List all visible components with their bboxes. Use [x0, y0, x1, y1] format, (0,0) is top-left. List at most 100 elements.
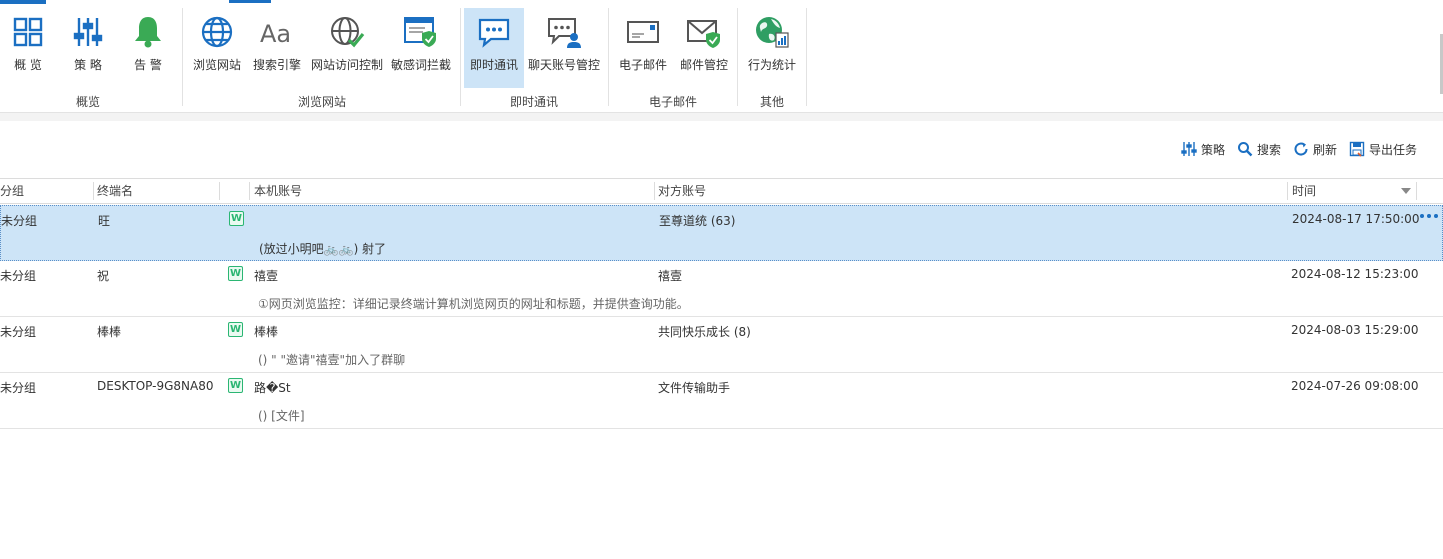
ribbon-behavior-stats-label: 行为统计	[747, 58, 796, 72]
column-header-terminal[interactable]: 终端名	[97, 179, 133, 203]
cell-local-account: 禧壹	[254, 269, 279, 283]
column-divider[interactable]	[1287, 182, 1288, 200]
ribbon-chat-account-button[interactable]: 聊天账号管控	[526, 8, 602, 88]
ribbon-sensitive-word-label: 敏感词拦截	[390, 58, 451, 72]
ribbon-bottom-band	[0, 113, 1443, 121]
column-header-group[interactable]: 分组	[0, 179, 24, 203]
cell-message: () " "邀请"禧壹"加入了群聊	[258, 353, 406, 367]
ribbon-site-access-button[interactable]: 网站访问控制	[310, 8, 384, 88]
cell-time: 2024-08-03 15:29:00	[1291, 323, 1419, 337]
refresh-button[interactable]: 刷新	[1293, 141, 1337, 158]
cell-time: 2024-08-12 15:23:00	[1291, 267, 1419, 281]
cell-time: 2024-08-17 17:50:00	[1292, 212, 1420, 226]
cell-local-account: 路�St	[254, 381, 291, 395]
ribbon-policy-label: 策 略	[74, 58, 102, 72]
cell-local-account: 棒棒	[254, 325, 279, 339]
cell-time: 2024-07-26 09:08:00	[1291, 379, 1419, 393]
group-label-overview: 概览	[75, 95, 100, 109]
ribbon-browse-button[interactable]: 浏览网站	[190, 8, 244, 88]
group-label-other: 其他	[759, 95, 784, 109]
policy-button[interactable]: 策略	[1181, 141, 1225, 158]
ribbon-search-engine-button[interactable]: Aa 搜索引擎	[250, 8, 304, 88]
cell-peer-account: 文件传输助手	[658, 381, 731, 395]
ribbon-policy-button[interactable]: 策 略	[64, 8, 112, 88]
group-label-email: 电子邮件	[648, 95, 697, 109]
grid-dashboard-icon	[8, 12, 48, 52]
sliders-icon	[1181, 141, 1197, 157]
search-button[interactable]: 搜索	[1237, 141, 1281, 158]
cell-peer-account: 共同快乐成长 (8)	[658, 325, 751, 339]
chat-user-icon	[544, 12, 584, 52]
wechat-work-icon: W	[229, 211, 244, 226]
refresh-label: 刷新	[1312, 142, 1337, 157]
sort-desc-icon[interactable]	[1401, 188, 1411, 194]
tab-indicator	[0, 0, 46, 4]
font-aa-icon: Aa	[257, 12, 297, 52]
chat-bubble-icon	[474, 12, 514, 52]
ribbon-alert-button[interactable]: 告 警	[124, 8, 172, 88]
ribbon-email-label: 电子邮件	[618, 58, 667, 72]
group-label-browse: 浏览网站	[297, 95, 346, 109]
group-separator	[182, 8, 183, 106]
column-divider[interactable]	[1416, 182, 1417, 200]
column-divider[interactable]	[93, 182, 94, 200]
cell-terminal: DESKTOP-9G8NA80	[97, 379, 214, 393]
ribbon-sensitive-word-button[interactable]: 敏感词拦截	[389, 8, 453, 88]
table-row[interactable]: 未分组 棒棒 W 棒棒 共同快乐成长 (8) 2024-08-03 15:29:…	[0, 317, 1443, 373]
column-header-time[interactable]: 时间	[1292, 179, 1316, 203]
ribbon-browse-label: 浏览网站	[192, 58, 241, 72]
ribbon-email-control-label: 邮件管控	[679, 58, 728, 72]
column-divider[interactable]	[249, 182, 250, 200]
ribbon: 概 览 策 略 告 警 浏览网站 Aa 搜索引擎 网站访问控制 敏感词拦截 即时…	[0, 0, 1443, 113]
tab-indicator	[229, 0, 271, 3]
export-task-button[interactable]: 导出任务	[1349, 141, 1417, 158]
save-disk-icon	[1349, 141, 1365, 157]
wechat-work-icon: W	[228, 266, 243, 281]
group-separator	[806, 8, 807, 106]
column-divider[interactable]	[654, 182, 655, 200]
ribbon-site-access-label: 网站访问控制	[310, 58, 383, 72]
search-label: 搜索	[1256, 142, 1281, 157]
group-label-im: 即时通讯	[509, 95, 558, 109]
ribbon-overview-button[interactable]: 概 览	[4, 8, 52, 88]
table-row[interactable]: 未分组 祝 W 禧壹 禧壹 2024-08-12 15:23:00 ①网页浏览监…	[0, 261, 1443, 317]
svg-text:Aa: Aa	[260, 20, 291, 47]
cell-message: () [文件]	[258, 409, 305, 423]
search-icon	[1237, 141, 1253, 157]
ribbon-chat-account-label: 聊天账号管控	[527, 58, 600, 72]
cell-group: 未分组	[0, 325, 37, 339]
browser-shield-icon	[401, 12, 441, 52]
ribbon-email-button[interactable]: 电子邮件	[615, 8, 671, 88]
cell-terminal: 旺	[98, 214, 111, 228]
refresh-icon	[1293, 141, 1309, 157]
cell-group: 未分组	[0, 269, 37, 283]
more-options-icon[interactable]	[1420, 214, 1438, 218]
table-row[interactable]: 未分组 DESKTOP-9G8NA80 W 路�St 文件传输助手 2024-0…	[0, 373, 1443, 429]
group-separator	[460, 8, 461, 106]
bell-icon	[128, 12, 168, 52]
column-header-local-account[interactable]: 本机账号	[254, 179, 302, 203]
envelope-icon	[623, 12, 663, 52]
toolbar: 策略 搜索 刷新 导出任务	[1181, 138, 1417, 160]
cell-terminal: 祝	[97, 269, 110, 283]
ribbon-behavior-stats-button[interactable]: 行为统计	[744, 8, 800, 88]
earth-chart-icon	[752, 12, 792, 52]
column-header-peer-account[interactable]: 对方账号	[658, 179, 706, 203]
globe-check-icon	[327, 12, 367, 52]
ribbon-im-button[interactable]: 即时通讯	[464, 8, 524, 88]
globe-icon	[197, 12, 237, 52]
ribbon-search-engine-label: 搜索引擎	[252, 58, 301, 72]
cell-group: 未分组	[1, 214, 38, 228]
column-divider[interactable]	[219, 182, 220, 200]
cell-message: ①网页浏览监控：详细记录终端计算机浏览网页的网址和标题，并提供查询功能。	[258, 297, 689, 311]
ribbon-overview-label: 概 览	[14, 58, 42, 72]
export-task-label: 导出任务	[1368, 142, 1417, 157]
table-row[interactable]: 未分组 旺 W 至尊道统 (63) 2024-08-17 17:50:00 (放…	[0, 205, 1443, 261]
group-separator	[737, 8, 738, 106]
cell-peer-account: 至尊道统 (63)	[659, 214, 736, 228]
ribbon-email-control-button[interactable]: 邮件管控	[676, 8, 732, 88]
envelope-shield-icon	[684, 12, 724, 52]
cell-terminal: 棒棒	[97, 325, 122, 339]
ribbon-im-label: 即时通讯	[469, 58, 518, 72]
group-separator	[608, 8, 609, 106]
